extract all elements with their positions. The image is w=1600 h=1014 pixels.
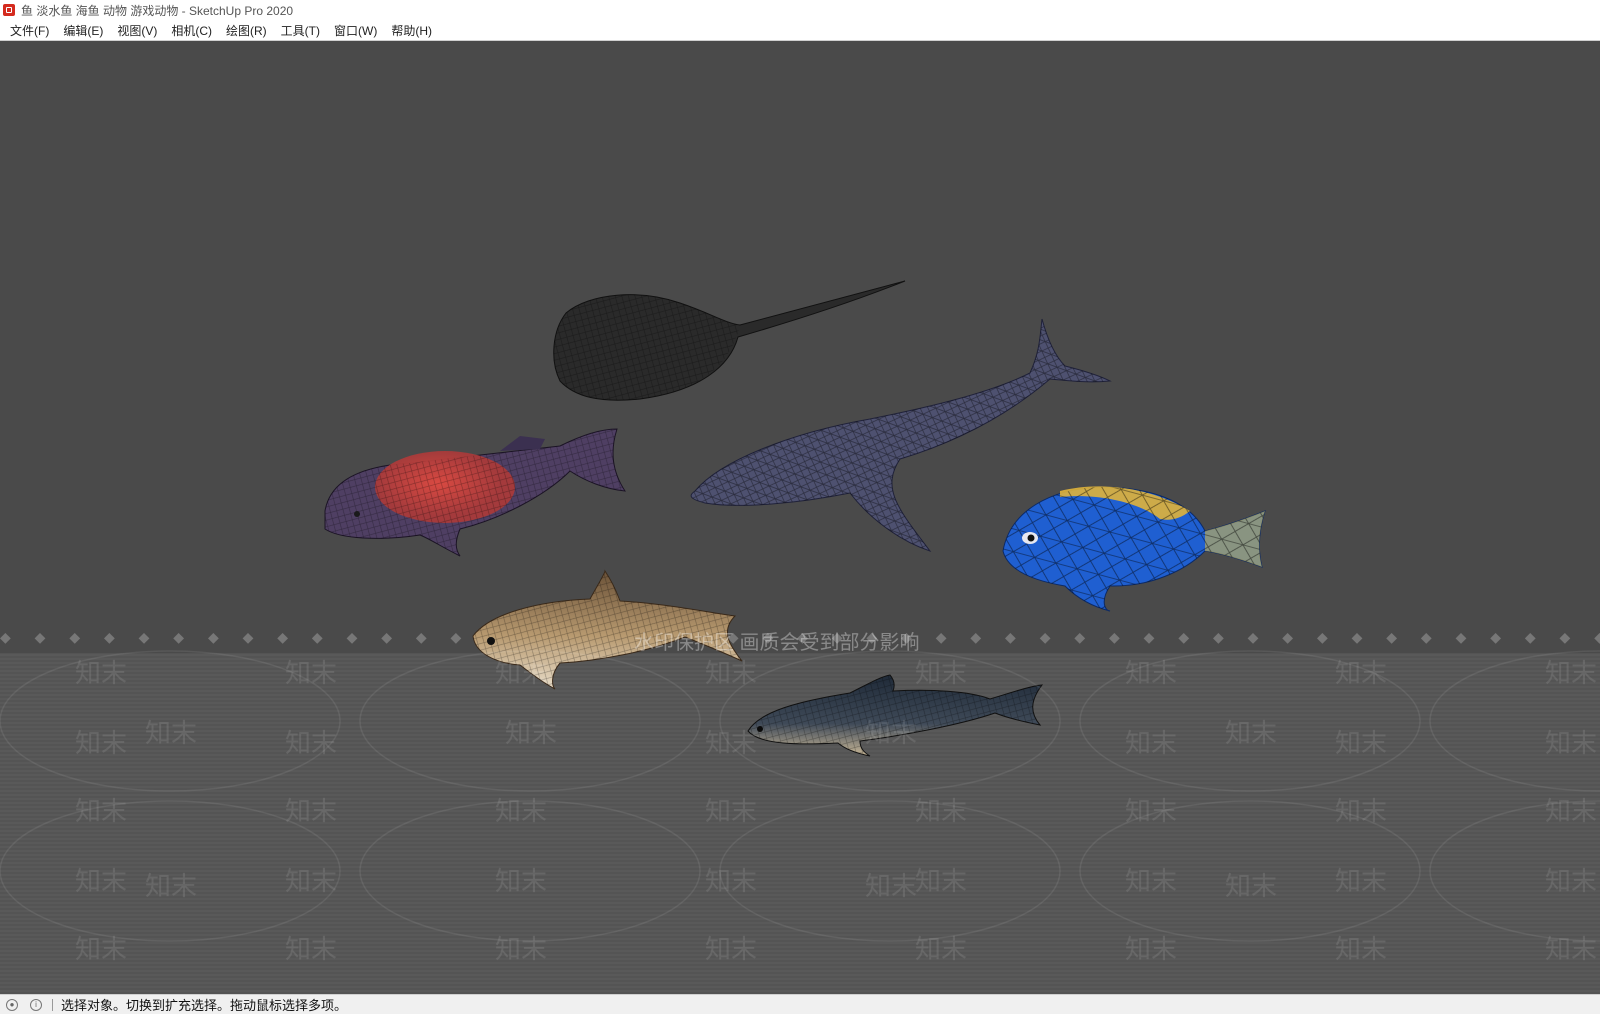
scene-canvas <box>0 280 1600 942</box>
status-divider <box>52 998 53 1011</box>
menu-tools[interactable]: 工具(T) <box>275 20 326 41</box>
sketchup-logo-icon <box>3 4 15 16</box>
stingray-model[interactable] <box>553 280 906 401</box>
watermark-notice: 水印保护区 画质会受到部分影响 <box>634 632 920 654</box>
status-message: 选择对象。切换到扩充选择。拖动鼠标选择多项。 <box>61 998 348 1013</box>
dark-slender-fish-model[interactable] <box>747 674 1044 757</box>
menu-file[interactable]: 文件(F) <box>4 20 55 41</box>
model-viewport[interactable]: ◆ ◆ ◆ ◆ ◆ ◆ ◆ ◆ ◆ ◆ ◆ ◆ ◆ ◆ ◆ ◆ ◆ ◆ ◆ ◆ … <box>0 41 1600 994</box>
red-banded-fish-model[interactable] <box>324 428 626 557</box>
menu-bar: 文件(F) 编辑(E) 视图(V) 相机(C) 绘图(R) 工具(T) 窗口(W… <box>0 20 1600 41</box>
menu-window[interactable]: 窗口(W) <box>328 20 383 41</box>
status-bar: ● i 选择对象。切换到扩充选择。拖动鼠标选择多项。 <box>0 994 1600 1014</box>
menu-help[interactable]: 帮助(H) <box>385 20 438 41</box>
geolocation-icon[interactable]: ● <box>6 998 18 1011</box>
menu-view[interactable]: 视图(V) <box>111 20 163 41</box>
menu-draw[interactable]: 绘图(R) <box>220 20 273 41</box>
window-title: 鱼 淡水鱼 海鱼 动物 游戏动物 - SketchUp Pro 2020 <box>21 3 294 18</box>
blue-tang-model[interactable] <box>1002 486 1266 612</box>
title-bar: 鱼 淡水鱼 海鱼 动物 游戏动物 - SketchUp Pro 2020 <box>0 0 1600 20</box>
info-icon[interactable]: i <box>30 998 42 1011</box>
menu-edit[interactable]: 编辑(E) <box>57 20 109 41</box>
watermark-ellipses <box>0 650 1600 942</box>
menu-camera[interactable]: 相机(C) <box>165 20 218 41</box>
